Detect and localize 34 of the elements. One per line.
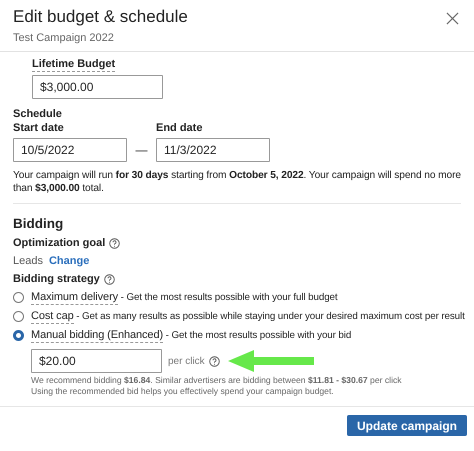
field-label: Bidding strategy	[13, 273, 100, 285]
date-separator: —	[134, 143, 148, 159]
radio-button[interactable]	[13, 311, 24, 322]
option-description: - Get the most results possible with your full budget	[120, 292, 338, 303]
schedule-summary: Your campaign will run for 30 days starting from October 5, 2022. Your campaign will spend no more than $3,000.00 total.	[13, 169, 461, 195]
field-label: Lifetime Budget	[32, 58, 116, 72]
help-icon[interactable]	[104, 274, 115, 284]
field-label: End date	[156, 122, 204, 134]
dialog-subtitle: Test Campaign 2022	[13, 32, 115, 44]
close-icon[interactable]	[446, 12, 459, 25]
option-label[interactable]: Manual bidding (Enhanced)	[31, 328, 164, 342]
start-date-field[interactable]: 10/5/2022	[13, 138, 127, 162]
option-description: - Get as many results as possible while staying under your desired maximum cost per result	[75, 311, 465, 322]
radio-button[interactable]	[13, 292, 24, 303]
update-campaign-button[interactable]: Update campaign	[346, 415, 467, 436]
radio-button[interactable]	[13, 330, 24, 341]
field-label: Start date	[13, 122, 65, 134]
bid-hint: Using the recommended bid helps you effectively spend your campaign budget.	[30, 386, 335, 397]
section-heading: Bidding	[13, 216, 64, 231]
bid-recommendation: We recommend bidding $16.84. Similar advertisers are bidding between $11.81 - $30.67 per click	[30, 375, 403, 386]
help-icon[interactable]	[208, 356, 220, 366]
option-label[interactable]: Cost cap	[31, 310, 74, 324]
end-date-field[interactable]: 11/3/2022	[156, 138, 270, 162]
dialog-title: Edit budget & schedule	[13, 7, 188, 27]
section-heading: Schedule	[13, 108, 63, 120]
field-label: Optimization goal	[13, 237, 106, 249]
bid-unit: per click	[168, 356, 205, 366]
change-link[interactable]: Change	[48, 255, 90, 267]
help-icon[interactable]	[109, 238, 120, 248]
option-label[interactable]: Maximum delivery	[31, 290, 118, 304]
option-description: - Get the most results possible with your bid	[164, 330, 352, 341]
budget-field[interactable]: $3,000.00	[32, 75, 163, 99]
bid-field[interactable]: $20.00	[31, 349, 162, 373]
goal-value: Leads	[13, 255, 43, 267]
